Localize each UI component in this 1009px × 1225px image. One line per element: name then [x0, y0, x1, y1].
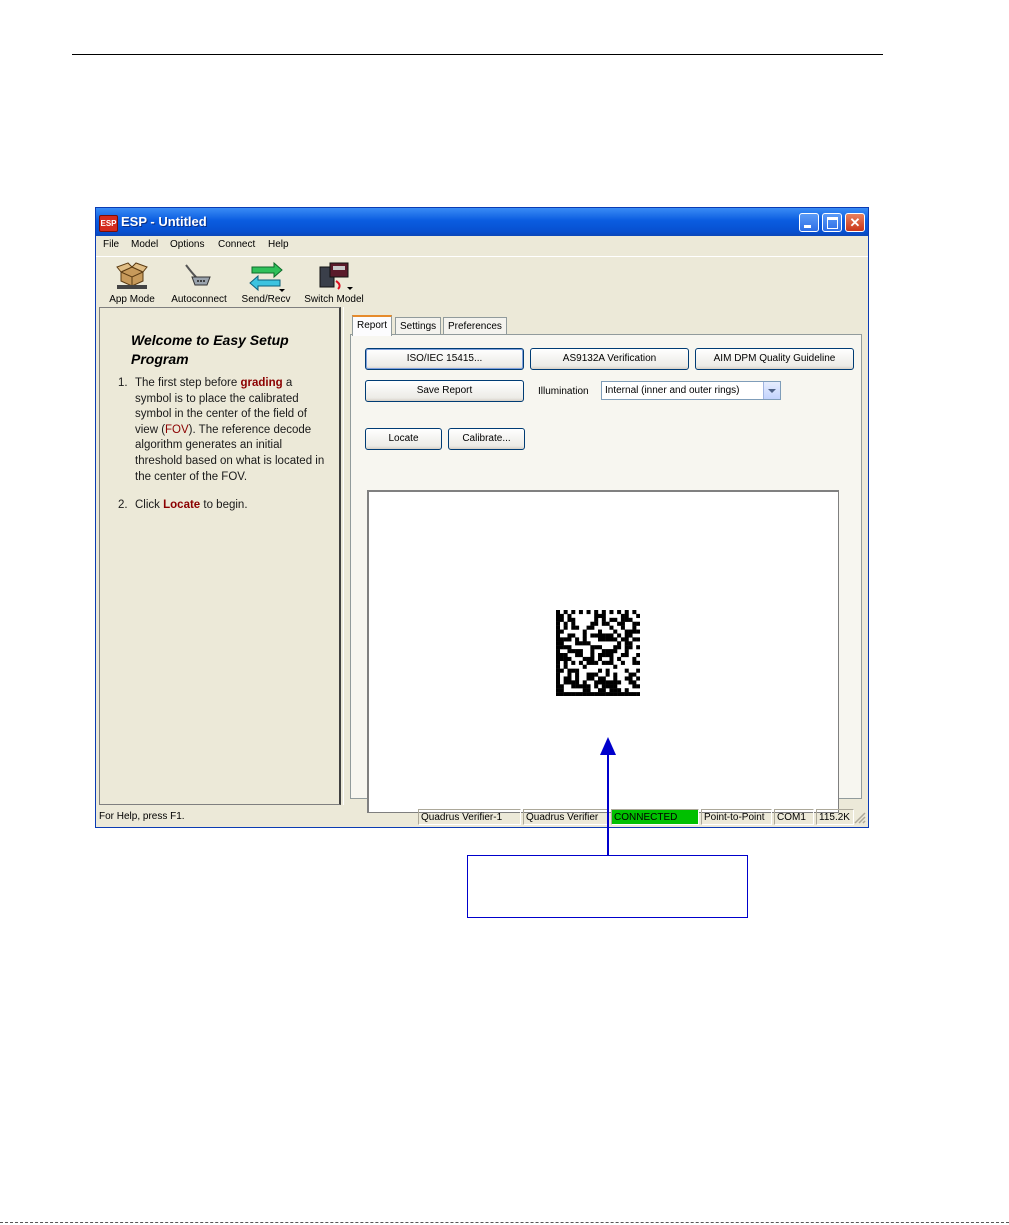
- tab-settings[interactable]: Settings: [395, 317, 442, 335]
- switch-model-label: Switch Model: [304, 294, 364, 305]
- iso-15415-button[interactable]: ISO/IEC 15415...: [365, 348, 524, 370]
- report-pane: Report Settings Preferences ISO/IEC 1541…: [343, 307, 866, 813]
- status-connection: CONNECTED: [611, 809, 699, 825]
- menu-model[interactable]: Model: [131, 239, 158, 250]
- autoconnect-label: Autoconnect: [171, 294, 227, 305]
- switch-model-button[interactable]: Switch Model: [301, 257, 367, 307]
- status-model: Quadrus Verifier-1: [418, 809, 521, 825]
- help-pane: Welcome to Easy Setup Program 1. The firs…: [99, 307, 341, 805]
- switch-model-icon: [319, 262, 353, 290]
- illumination-value: Internal (inner and outer rings): [605, 385, 740, 396]
- send-recv-button[interactable]: Send/Recv: [237, 257, 295, 307]
- status-help-text: For Help, press F1.: [99, 811, 185, 822]
- locate-keyword: Locate: [163, 499, 201, 512]
- menu-options[interactable]: Options: [170, 239, 204, 250]
- send-recv-icon: [249, 261, 285, 292]
- maximize-button[interactable]: [822, 213, 842, 232]
- save-report-button[interactable]: Save Report: [365, 380, 524, 402]
- aim-dpm-quality-guideline-button[interactable]: AIM DPM Quality Guideline: [695, 348, 854, 370]
- as9132a-verification-button[interactable]: AS9132A Verification: [530, 348, 689, 370]
- tab-report[interactable]: Report: [352, 315, 393, 336]
- step-2: 2. Click Locate to begin.: [118, 498, 328, 514]
- page-bottom-rule: [0, 1222, 1009, 1223]
- minimize-button[interactable]: [799, 213, 819, 232]
- chevron-down-icon[interactable]: [763, 382, 780, 399]
- illumination-select[interactable]: Internal (inner and outer rings): [601, 381, 781, 400]
- esp-window: ESP ESP - Untitled ✕ File Model Options …: [95, 207, 869, 828]
- locate-button[interactable]: Locate: [365, 428, 442, 450]
- title-bar[interactable]: ESP ESP - Untitled ✕: [96, 208, 868, 236]
- window-title: ESP - Untitled: [121, 214, 207, 229]
- menu-bar: File Model Options Connect Help: [96, 237, 868, 255]
- calibrate-button[interactable]: Calibrate...: [448, 428, 525, 450]
- close-button[interactable]: ✕: [845, 213, 865, 232]
- image-view[interactable]: [367, 490, 839, 813]
- resize-grip-icon[interactable]: [854, 812, 866, 824]
- status-protocol: Point-to-Point: [701, 809, 772, 825]
- status-bar: For Help, press F1. Quadrus Verifier-1 Q…: [96, 807, 868, 827]
- report-tab-body: ISO/IEC 15415... AS9132A Verification AI…: [350, 334, 862, 813]
- step-1-text-pre: The first step before: [135, 377, 241, 389]
- send-recv-label: Send/Recv: [241, 294, 291, 305]
- menu-connect[interactable]: Connect: [218, 239, 255, 250]
- callout-box: [467, 855, 748, 918]
- menu-help[interactable]: Help: [268, 239, 289, 250]
- tab-preferences[interactable]: Preferences: [443, 317, 507, 335]
- status-port: COM1: [774, 809, 814, 825]
- callout-arrow-line: [607, 750, 609, 856]
- autoconnect-icon: [185, 264, 211, 286]
- esp-app-icon[interactable]: ESP: [99, 215, 118, 232]
- data-matrix-symbol: [556, 610, 640, 696]
- menu-file[interactable]: File: [103, 239, 119, 250]
- step-2-number: 2.: [118, 499, 128, 512]
- step-2-text-pre: Click: [135, 499, 164, 512]
- close-icon: ✕: [849, 215, 861, 230]
- welcome-heading: Welcome to Easy Setup Program: [131, 332, 289, 367]
- grading-keyword: grading: [240, 377, 283, 389]
- page-top-rule: [72, 54, 883, 55]
- status-device: Quadrus Verifier: [523, 809, 609, 825]
- toolbar: App Mode Autoconnect Send/Recv Switch Mo…: [96, 256, 868, 309]
- app-mode-label: App Mode: [109, 294, 155, 305]
- step-1-number: 1.: [118, 377, 128, 389]
- steps-list: 1. The first step before grading a symbol…: [118, 376, 328, 527]
- fov-keyword: FOV: [165, 423, 189, 436]
- app-mode-icon: [116, 262, 148, 289]
- app-mode-button[interactable]: App Mode: [104, 257, 160, 307]
- step-2-text-post: to begin.: [200, 499, 248, 512]
- illumination-label: Illumination: [538, 386, 589, 397]
- status-baud: 115.2K: [816, 809, 854, 825]
- autoconnect-button[interactable]: Autoconnect: [166, 257, 232, 307]
- step-1: 1. The first step before grading a symbol…: [118, 376, 328, 485]
